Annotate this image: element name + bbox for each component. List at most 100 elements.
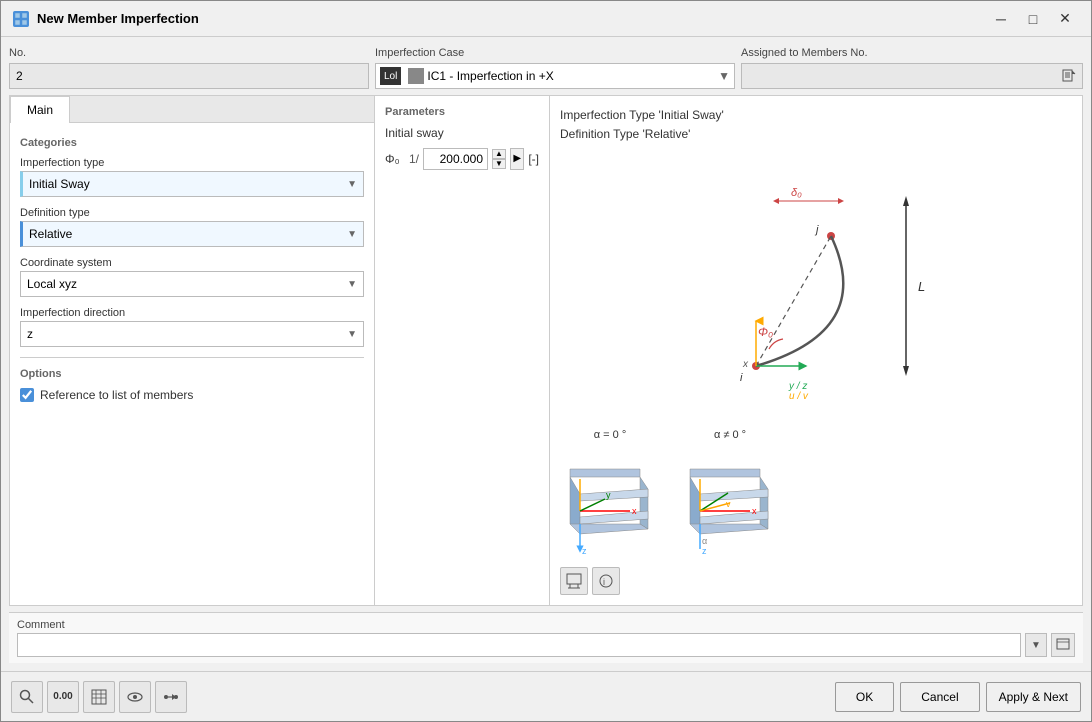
- imperfection-type-select[interactable]: Initial Sway ▼: [20, 171, 364, 197]
- diagram-action-icons: i: [560, 567, 1072, 595]
- parameters-panel: Parameters Initial sway Φ₀ 1/ 200.000 ▲ …: [375, 96, 550, 605]
- phi-parameter-row: Φ₀ 1/ 200.000 ▲ ▼ ▶ [-]: [385, 148, 539, 170]
- direction-select[interactable]: z ▼: [20, 321, 364, 347]
- svg-text:α: α: [702, 536, 707, 546]
- diagram-type-line2: Definition Type 'Relative': [560, 125, 1072, 144]
- definition-type-value: Relative: [29, 227, 347, 241]
- definition-type-select[interactable]: Relative ▼: [20, 221, 364, 247]
- imperfection-type-field: Imperfection type Initial Sway ▼: [20, 157, 364, 197]
- alpha-zero-label: α = 0 °: [594, 429, 626, 441]
- definition-type-label: Definition type: [20, 207, 364, 219]
- phi-div: 1/: [409, 152, 419, 166]
- coordinate-system-field: Coordinate system Local xyz ▼: [20, 257, 364, 297]
- assigned-input-row: [741, 63, 1083, 89]
- svg-text:i: i: [740, 372, 743, 384]
- bottom-toolbar: 0.00: [11, 681, 831, 713]
- svg-text:i: i: [603, 577, 605, 587]
- svg-text:x: x: [632, 506, 637, 516]
- svg-text:z: z: [702, 546, 707, 556]
- direction-label: Imperfection direction: [20, 307, 364, 319]
- phi-unit: [-]: [528, 152, 539, 166]
- app-icon: [13, 11, 29, 27]
- bottom-bar: 0.00 OK Cancel Apply & Next: [1, 671, 1091, 721]
- direction-field: Imperfection direction z ▼: [20, 307, 364, 347]
- svg-text:z: z: [582, 546, 587, 556]
- parameters-subtitle: Initial sway: [385, 126, 539, 140]
- svg-text:j: j: [814, 224, 819, 236]
- comment-input[interactable]: [17, 633, 1021, 657]
- categories-title: Categories: [20, 137, 364, 149]
- svg-text:Φ₀: Φ₀: [758, 325, 773, 339]
- assigned-edit-button[interactable]: [1056, 64, 1082, 88]
- sway-diagram-svg: L δ₀ j i: [676, 171, 956, 401]
- ok-button[interactable]: OK: [835, 682, 894, 712]
- beam-diagram-alpha-nonzero: α ≠ 0 ° x: [680, 429, 780, 559]
- top-row: No. 2 Imperfection Case Lol IC1 - Imperf…: [9, 45, 1083, 89]
- svg-text:y: y: [606, 490, 611, 500]
- search-tool-button[interactable]: [11, 681, 43, 713]
- bottom-diagrams: α = 0 ° x: [560, 429, 1072, 559]
- view-button[interactable]: [119, 681, 151, 713]
- reference-label: Reference to list of members: [40, 388, 193, 402]
- imperfection-type-arrow: ▼: [347, 179, 357, 190]
- title-bar: New Member Imperfection ─ □ ✕: [1, 1, 1091, 37]
- no-input[interactable]: 2: [9, 63, 369, 89]
- case-field-group: Imperfection Case Lol IC1 - Imperfection…: [375, 45, 735, 89]
- options-section: Options Reference to list of members: [20, 368, 364, 402]
- phi-decrement-button[interactable]: ▼: [492, 159, 506, 169]
- reference-checkbox-row: Reference to list of members: [20, 388, 364, 402]
- cancel-button[interactable]: Cancel: [900, 682, 979, 712]
- phi-next-button[interactable]: ▶: [510, 148, 524, 170]
- number-format-button[interactable]: 0.00: [47, 681, 79, 713]
- svg-text:u / v: u / v: [789, 391, 809, 401]
- flow-button[interactable]: [155, 681, 187, 713]
- alpha-nonzero-label: α ≠ 0 °: [714, 429, 746, 441]
- svg-text:v: v: [726, 499, 731, 509]
- comment-input-row: ▼: [17, 633, 1075, 657]
- main-panel: Main Categories Imperfection type Initia…: [9, 95, 1083, 606]
- reference-checkbox[interactable]: [20, 388, 34, 402]
- svg-text:L: L: [918, 279, 925, 294]
- imperfection-type-label: Imperfection type: [20, 157, 364, 169]
- tab-main[interactable]: Main: [10, 96, 70, 123]
- main-diagram-area: L δ₀ j i: [560, 152, 1072, 419]
- imperfection-type-value: Initial Sway: [29, 177, 347, 191]
- phi-increment-button[interactable]: ▲: [492, 149, 506, 159]
- phi-value-input[interactable]: 200.000: [423, 148, 488, 170]
- case-value: IC1 - Imperfection in +X: [427, 69, 714, 83]
- coordinate-system-value: Local xyz: [27, 277, 347, 291]
- comment-dropdown-button[interactable]: ▼: [1025, 633, 1047, 657]
- case-dropdown-arrow[interactable]: ▼: [714, 69, 734, 83]
- diagram-type-text: Imperfection Type 'Initial Sway' Definit…: [560, 106, 1072, 144]
- minimize-button[interactable]: ─: [987, 8, 1015, 30]
- diagram-icon-button-1[interactable]: [560, 567, 588, 595]
- assigned-field-group: Assigned to Members No.: [741, 45, 1083, 89]
- action-buttons: OK Cancel Apply & Next: [835, 682, 1081, 712]
- window-controls: ─ □ ✕: [987, 8, 1079, 30]
- parameters-title: Parameters: [385, 106, 539, 118]
- close-button[interactable]: ✕: [1051, 8, 1079, 30]
- maximize-button[interactable]: □: [1019, 8, 1047, 30]
- assigned-label: Assigned to Members No.: [741, 45, 1083, 61]
- comment-label: Comment: [17, 619, 1075, 631]
- tab-panel: Main Categories Imperfection type Initia…: [10, 96, 375, 605]
- case-selector[interactable]: Lol IC1 - Imperfection in +X ▼: [375, 63, 735, 89]
- svg-text:x: x: [742, 359, 749, 370]
- comment-attach-button[interactable]: [1051, 633, 1075, 657]
- direction-arrow: ▼: [347, 329, 357, 340]
- apply-next-button[interactable]: Apply & Next: [986, 682, 1081, 712]
- svg-text:x: x: [752, 506, 757, 516]
- table-view-button[interactable]: [83, 681, 115, 713]
- coordinate-system-arrow: ▼: [347, 279, 357, 290]
- no-field-group: No. 2: [9, 45, 369, 89]
- coordinate-system-select[interactable]: Local xyz ▼: [20, 271, 364, 297]
- tabs-row: Main: [10, 96, 374, 123]
- case-label: Imperfection Case: [375, 45, 735, 61]
- definition-type-arrow: ▼: [347, 229, 357, 240]
- case-badge-lol: Lol: [380, 67, 401, 85]
- svg-text:δ₀: δ₀: [791, 187, 802, 199]
- main-window: New Member Imperfection ─ □ ✕ No. 2 Impe…: [0, 0, 1092, 722]
- divider: [20, 357, 364, 358]
- diagram-icon-button-2[interactable]: i: [592, 567, 620, 595]
- phi-stepper: ▲ ▼: [492, 149, 506, 169]
